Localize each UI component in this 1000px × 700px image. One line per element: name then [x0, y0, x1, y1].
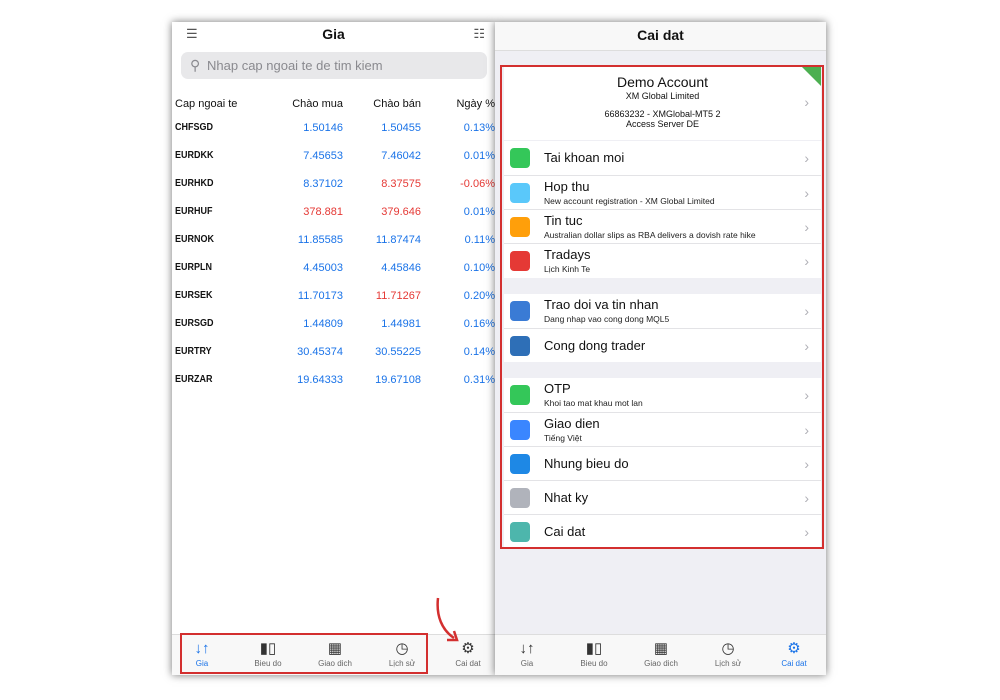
quotes-nav-bar: ☰ Gia ☷ — [172, 22, 495, 48]
table-row[interactable]: EURZAR 19.64333 19.67108 0.31% — [172, 374, 495, 394]
cell-symbol: EURSGD — [175, 318, 214, 329]
cell-bid: 1.50146 — [303, 122, 343, 134]
cell-symbol: EURHUF — [175, 206, 213, 217]
tab-history[interactable]: ◷ Lịch sử — [698, 639, 758, 668]
cell-change: 0.11% — [464, 234, 495, 246]
cell-ask: 30.55225 — [375, 346, 421, 358]
tab-label: Bieu do — [580, 659, 608, 668]
search-placeholder: Nhap cap ngoai te de tim kiem — [207, 58, 383, 73]
column-symbol: Cap ngoai te — [175, 98, 238, 110]
cell-ask: 4.45846 — [381, 262, 421, 274]
cell-ask: 7.46042 — [381, 150, 421, 162]
cell-change: 0.14% — [463, 346, 495, 358]
cell-symbol: EURTRY — [175, 346, 212, 357]
table-row[interactable]: EURHKD 8.37102 8.37575 -0.06% — [172, 178, 495, 198]
cell-ask: 1.44981 — [381, 318, 421, 330]
cell-bid: 4.45003 — [303, 262, 343, 274]
cell-bid: 11.85585 — [297, 234, 343, 246]
settings-nav-bar: Cai dat — [495, 22, 826, 51]
cell-change: 0.16% — [463, 318, 495, 330]
cell-symbol: EURNOK — [175, 234, 215, 245]
cell-change: 0.01% — [463, 206, 495, 218]
cell-change: 0.01% — [463, 150, 495, 162]
cell-change: -0.06% — [460, 178, 495, 190]
column-ask: Chào bán — [373, 98, 421, 110]
cell-change: 0.31% — [463, 374, 495, 386]
cell-bid: 11.70173 — [297, 290, 343, 302]
table-row[interactable]: EURSGD 1.44809 1.44981 0.16% — [172, 318, 495, 338]
cell-bid: 19.64333 — [297, 374, 343, 386]
cell-symbol: EURHKD — [175, 178, 214, 189]
table-row[interactable]: CHFSGD 1.50146 1.50455 0.13% — [172, 122, 495, 142]
table-row[interactable]: EURHUF 378.881 379.646 0.01% — [172, 206, 495, 226]
quotes-screen: ☰ Gia ☷ ⚲ Nhap cap ngoai te de tim kiem … — [172, 22, 495, 675]
table-row[interactable]: EURDKK 7.45653 7.46042 0.01% — [172, 150, 495, 170]
tab-label: Gia — [520, 659, 534, 668]
highlight-tabs-box — [180, 633, 428, 674]
cell-bid: 8.37102 — [303, 178, 343, 190]
tab-label: Giao dich — [644, 659, 678, 668]
table-row[interactable]: EURSEK 11.70173 11.71267 0.20% — [172, 290, 495, 310]
tab-label: Cai dat — [781, 659, 807, 668]
column-change: Ngày % — [456, 98, 495, 110]
cell-bid: 7.45653 — [303, 150, 343, 162]
red-arrow-icon — [436, 597, 459, 642]
gear-icon: ⚙ — [787, 640, 801, 657]
table-row[interactable]: EURNOK 11.85585 11.87474 0.11% — [172, 234, 495, 254]
cell-symbol: EURPLN — [175, 262, 213, 273]
tab-trade[interactable]: ▦ Giao dich — [631, 639, 691, 668]
highlight-settings-box — [500, 65, 824, 549]
tab-label: Cai dat — [455, 659, 481, 668]
search-icon: ⚲ — [190, 57, 201, 73]
cell-symbol: EURZAR — [175, 374, 213, 385]
tab-label: Lịch sử — [714, 659, 742, 668]
tab-settings[interactable]: ⚙ Cai dat — [764, 639, 824, 668]
columns-icon[interactable]: ☷ — [473, 26, 485, 42]
candles-icon: ▮▯ — [585, 640, 603, 657]
page-title: Cai dat — [637, 27, 684, 43]
search-input[interactable]: ⚲ Nhap cap ngoai te de tim kiem — [181, 52, 487, 79]
page-title: Gia — [322, 26, 345, 42]
quotes-icon: ↓↑ — [519, 640, 535, 657]
tab-charts[interactable]: ▮▯ Bieu do — [564, 639, 624, 668]
column-bid: Chào mua — [292, 98, 343, 110]
table-row[interactable]: EURPLN 4.45003 4.45846 0.10% — [172, 262, 495, 282]
cell-ask: 11.71267 — [375, 290, 421, 302]
cell-bid: 30.45374 — [297, 346, 343, 358]
cell-bid: 378.881 — [303, 206, 343, 218]
cell-change: 0.20% — [463, 290, 495, 302]
cell-ask: 19.67108 — [375, 374, 421, 386]
cell-ask: 11.87474 — [375, 234, 421, 246]
cell-change: 0.10% — [463, 262, 495, 274]
table-row[interactable]: EURTRY 30.45374 30.55225 0.14% — [172, 346, 495, 366]
cell-change: 0.13% — [463, 122, 495, 134]
chart-line-icon: ▦ — [653, 640, 669, 657]
cell-bid: 1.44809 — [303, 318, 343, 330]
cell-ask: 8.37575 — [381, 178, 421, 190]
cell-symbol: CHFSGD — [175, 122, 214, 133]
bottom-tab-bar: ↓↑ Gia ▮▯ Bieu do ▦ Giao dich ◷ Lịch sử … — [495, 634, 826, 675]
quotes-table-header: Cap ngoai te Chào mua Chào bán Ngày % — [172, 98, 495, 114]
cell-ask: 1.50455 — [381, 122, 421, 134]
history-icon: ◷ — [721, 640, 735, 657]
cell-symbol: EURDKK — [175, 150, 214, 161]
cell-symbol: EURSEK — [175, 290, 213, 301]
cell-ask: 379.646 — [381, 206, 421, 218]
tab-quotes[interactable]: ↓↑ Gia — [497, 639, 557, 668]
